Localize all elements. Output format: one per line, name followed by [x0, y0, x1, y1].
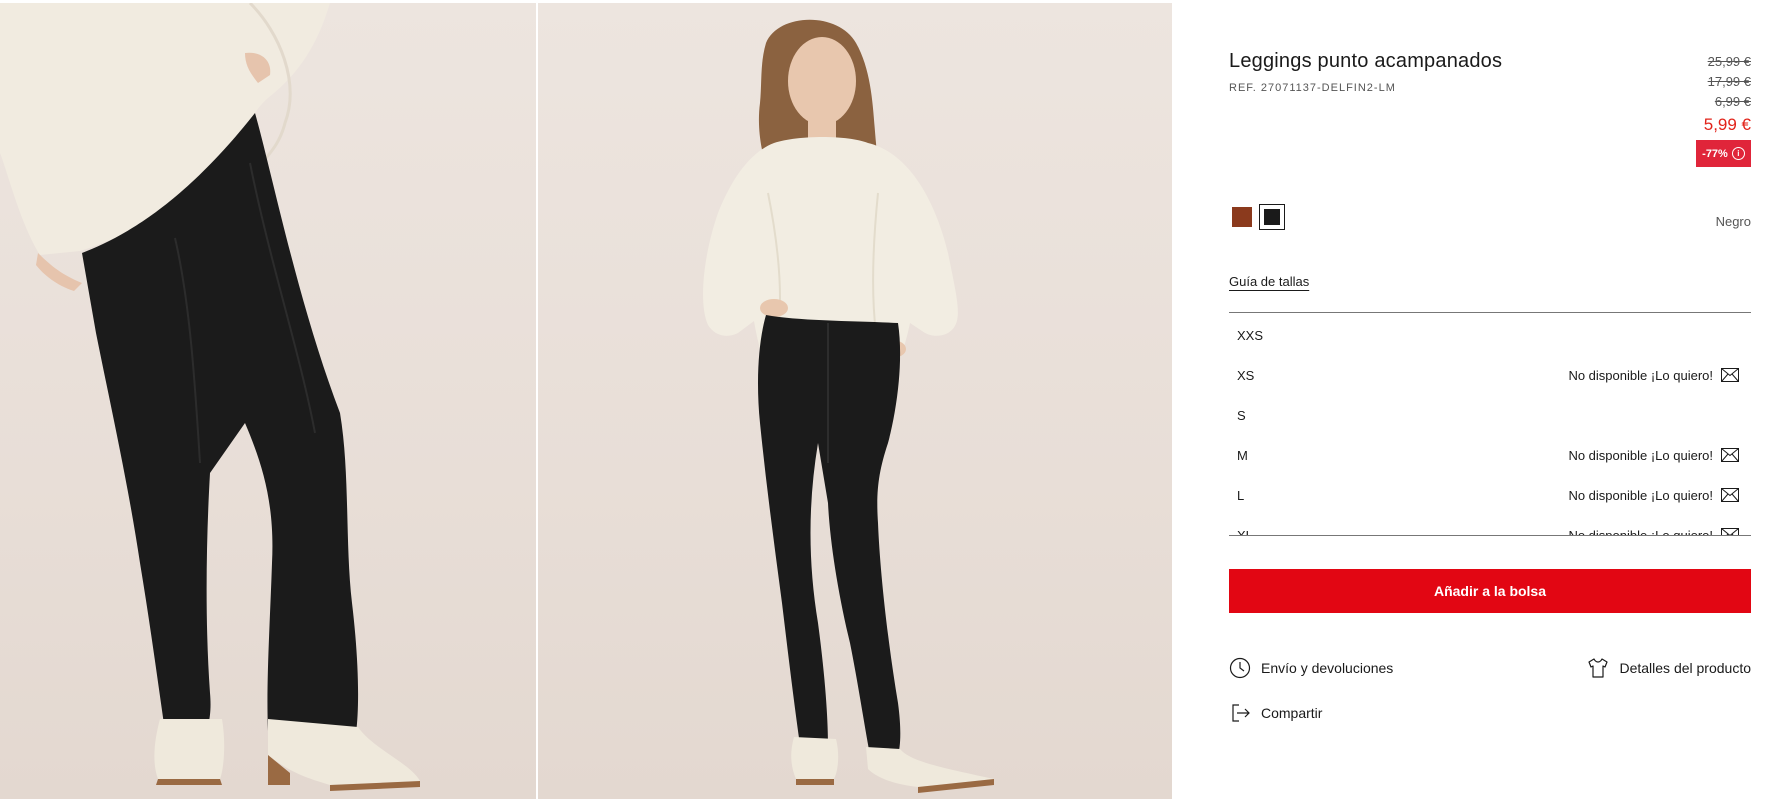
product-panel: Leggings punto acampanados REF. 27071137… [1229, 0, 1751, 799]
notify-me-link[interactable]: No disponible ¡Lo quiero! [1568, 488, 1739, 503]
old-price-1: 25,99 € [1707, 54, 1751, 69]
envelope-icon [1721, 448, 1739, 462]
size-label: XL [1237, 527, 1253, 536]
discount-percent: -77% [1702, 147, 1728, 160]
old-price-2: 17,99 € [1707, 74, 1751, 89]
size-option-l[interactable]: L No disponible ¡Lo quiero! [1229, 475, 1751, 515]
envelope-icon [1721, 528, 1739, 535]
old-price-3: 6,99 € [1714, 94, 1751, 109]
size-list[interactable]: XXS XS No disponible ¡Lo quiero! S M No … [1229, 312, 1751, 536]
clock-icon [1229, 657, 1251, 679]
add-to-bag-button[interactable]: Añadir a la bolsa [1229, 569, 1751, 613]
share-link[interactable]: Compartir [1231, 703, 1322, 723]
notify-me-link[interactable]: No disponible ¡Lo quiero! [1568, 527, 1739, 536]
unavailable-text: No disponible ¡Lo quiero! [1568, 447, 1713, 463]
shipping-returns-label: Envío y devoluciones [1261, 660, 1394, 676]
size-label: XS [1237, 367, 1255, 383]
current-price: 5,99 € [1703, 115, 1751, 134]
notify-me-link[interactable]: No disponible ¡Lo quiero! [1568, 448, 1739, 463]
selected-color-name: Negro [1715, 214, 1751, 229]
product-photo-closeup[interactable] [0, 3, 536, 799]
unavailable-text: No disponible ¡Lo quiero! [1568, 527, 1713, 536]
share-label: Compartir [1261, 705, 1323, 721]
size-option-xl[interactable]: XL No disponible ¡Lo quiero! [1229, 515, 1751, 536]
size-option-s[interactable]: S [1229, 395, 1751, 435]
notify-me-link[interactable]: No disponible ¡Lo quiero! [1568, 368, 1739, 383]
product-details-link[interactable]: Detalles del producto [1587, 657, 1751, 679]
shipping-returns-link[interactable]: Envío y devoluciones [1229, 657, 1393, 679]
size-label: S [1237, 407, 1246, 423]
product-gallery [0, 3, 1172, 799]
envelope-icon [1721, 368, 1739, 382]
size-option-xxs[interactable]: XXS [1229, 315, 1751, 355]
envelope-icon [1721, 488, 1739, 502]
share-icon [1232, 704, 1250, 722]
product-reference: REF. 27071137-DELFIN2-LM [1229, 82, 1396, 94]
color-swatch-brown[interactable] [1232, 207, 1252, 227]
product-photo-full[interactable] [538, 3, 1172, 799]
info-icon[interactable]: i [1731, 147, 1745, 160]
size-option-xs[interactable]: XS No disponible ¡Lo quiero! [1229, 355, 1751, 395]
color-swatches [1232, 204, 1285, 230]
size-option-m[interactable]: M No disponible ¡Lo quiero! [1229, 435, 1751, 475]
size-label: L [1237, 487, 1245, 503]
size-label: M [1237, 447, 1248, 463]
price-block: 25,99 € 17,99 € 6,99 € 5,99 € [1704, 52, 1751, 137]
product-title: Leggings punto acampanados [1229, 50, 1503, 72]
discount-badge[interactable]: -77% i [1696, 140, 1751, 167]
color-swatch-black[interactable] [1259, 204, 1285, 230]
unavailable-text: No disponible ¡Lo quiero! [1568, 367, 1713, 383]
size-label: XXS [1237, 327, 1264, 343]
size-guide-link[interactable]: Guía de tallas [1229, 274, 1309, 289]
unavailable-text: No disponible ¡Lo quiero! [1568, 487, 1713, 503]
tshirt-icon [1588, 658, 1609, 678]
product-details-label: Detalles del producto [1619, 660, 1751, 676]
